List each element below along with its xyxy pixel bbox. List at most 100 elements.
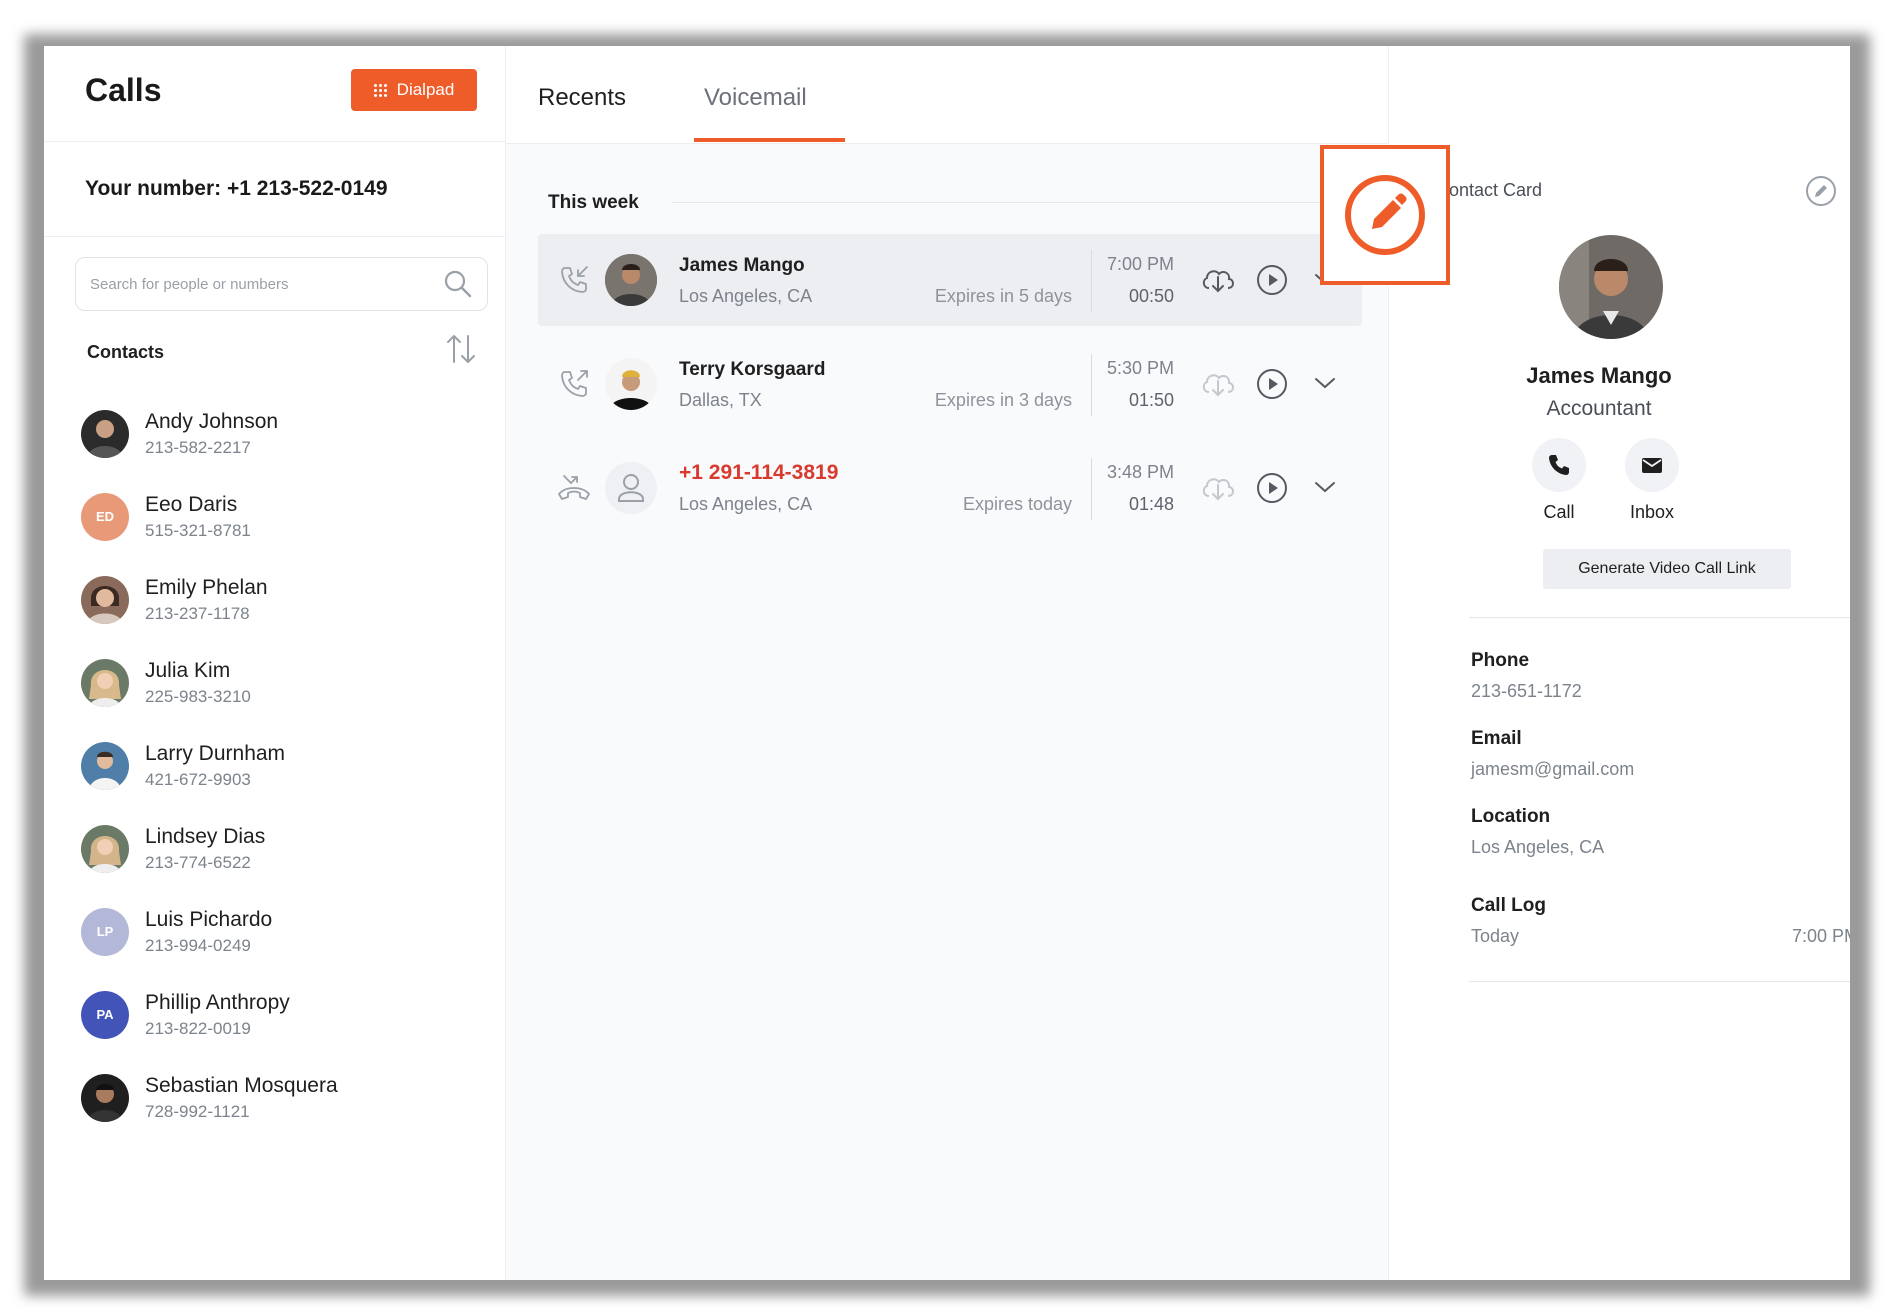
compose-edit-button[interactable] bbox=[1320, 145, 1450, 285]
contact-list: Andy Johnson 213-582-2217 ED Eeo Daris 515… bbox=[44, 392, 506, 1139]
contact-name: Sebastian Mosquera bbox=[145, 1073, 338, 1097]
avatar bbox=[605, 254, 657, 306]
search-field[interactable] bbox=[75, 257, 488, 311]
contact-name: Lindsey Dias bbox=[145, 824, 266, 848]
divider bbox=[1469, 617, 1850, 618]
dialpad-label: Dialpad bbox=[396, 80, 455, 99]
avatar: ED bbox=[81, 492, 129, 541]
calls-app-window: Calls Dialpad Your number: +1 213-522-01… bbox=[44, 46, 1850, 1280]
expiry-text: Expires in 5 days bbox=[934, 286, 1072, 306]
list-item[interactable]: Emily Phelan 213-237-1178 bbox=[44, 558, 506, 641]
incoming-call-icon bbox=[561, 266, 588, 293]
call-button[interactable]: Call bbox=[1519, 438, 1599, 523]
list-item[interactable]: ED Eeo Daris 515-321-8781 bbox=[44, 475, 506, 558]
download-icon[interactable] bbox=[1198, 366, 1238, 402]
divider bbox=[1091, 250, 1092, 312]
call-time: 5:30 PM bbox=[1106, 358, 1174, 378]
voicemail-row[interactable]: +1 291-114-3819 Los Angeles, CA Expires … bbox=[538, 442, 1362, 534]
edit-icon[interactable] bbox=[1804, 174, 1838, 208]
avatar bbox=[81, 824, 129, 873]
divider bbox=[1091, 458, 1092, 520]
list-item[interactable]: Andy Johnson 213-582-2217 bbox=[44, 392, 506, 475]
avatar bbox=[1559, 235, 1663, 339]
contact-phone: 421-672-9903 bbox=[145, 769, 251, 789]
caller-location: Los Angeles, CA bbox=[679, 286, 813, 306]
search-icon[interactable] bbox=[443, 269, 473, 299]
mail-icon bbox=[1642, 458, 1662, 473]
call-duration: 01:50 bbox=[1128, 390, 1174, 410]
avatar bbox=[605, 358, 657, 410]
email-label: Email bbox=[1471, 728, 1522, 749]
call-log-time: 7:00 PM bbox=[1791, 926, 1850, 946]
call-label: Call bbox=[1543, 502, 1575, 522]
dialpad-button[interactable]: Dialpad bbox=[351, 69, 477, 111]
contact-role: Accountant bbox=[1546, 397, 1652, 420]
tab-recents[interactable]: Recents bbox=[538, 84, 626, 112]
caller-location: Dallas, TX bbox=[679, 390, 762, 410]
call-duration: 00:50 bbox=[1128, 286, 1174, 306]
contact-phone: 728-992-1121 bbox=[145, 1101, 250, 1121]
download-icon[interactable] bbox=[1198, 470, 1238, 506]
call-time: 7:00 PM bbox=[1106, 254, 1174, 274]
generate-video-link-button[interactable]: Generate Video Call Link bbox=[1543, 549, 1791, 589]
avatar: PA bbox=[81, 990, 129, 1039]
voicemail-row[interactable]: Terry Korsgaard Dallas, TX Expires in 3 … bbox=[538, 338, 1362, 430]
list-item[interactable]: PA Phillip Anthropy 213-822-0019 bbox=[44, 973, 506, 1056]
contact-name: Andy Johnson bbox=[145, 409, 279, 433]
outgoing-call-icon bbox=[561, 370, 588, 397]
list-item[interactable]: Sebastian Mosquera 728-992-1121 bbox=[44, 1056, 506, 1139]
chevron-down-icon[interactable] bbox=[1310, 472, 1340, 502]
caller-name: Terry Korsgaard bbox=[679, 359, 826, 380]
tab-bar: Recents Voicemail bbox=[506, 46, 1388, 144]
contact-card-title: Contact Card bbox=[1436, 180, 1543, 200]
inbox-button[interactable]: Inbox bbox=[1612, 438, 1692, 523]
expiry-text: Expires today bbox=[962, 494, 1072, 514]
caller-name: +1 291-114-3819 bbox=[679, 461, 839, 484]
play-icon[interactable] bbox=[1253, 469, 1291, 507]
search-input[interactable] bbox=[90, 275, 443, 293]
dialpad-icon bbox=[373, 83, 387, 97]
divider bbox=[1469, 981, 1850, 982]
call-time: 3:48 PM bbox=[1106, 462, 1174, 482]
missed-call-icon bbox=[558, 475, 590, 500]
contact-phone: 213-582-2217 bbox=[145, 437, 251, 457]
play-icon[interactable] bbox=[1253, 365, 1291, 403]
list-item[interactable]: Lindsey Dias 213-774-6522 bbox=[44, 807, 506, 890]
contact-phone: 225-983-3210 bbox=[145, 686, 251, 706]
avatar bbox=[605, 462, 657, 514]
your-number: Your number: +1 213-522-0149 bbox=[44, 142, 505, 237]
list-item[interactable]: Larry Durnham 421-672-9903 bbox=[44, 724, 506, 807]
voicemail-row[interactable]: James Mango Los Angeles, CA Expires in 5… bbox=[538, 234, 1362, 326]
download-icon[interactable] bbox=[1198, 262, 1238, 298]
call-duration: 01:48 bbox=[1128, 494, 1174, 514]
call-log-day: Today bbox=[1471, 926, 1520, 946]
call-log-label: Call Log bbox=[1471, 895, 1546, 916]
contact-phone: 213-774-6522 bbox=[145, 852, 251, 872]
contact-name: James Mango bbox=[1526, 363, 1672, 388]
phone-value: 213-651-1172 bbox=[1471, 681, 1582, 701]
section-label: This week bbox=[548, 192, 639, 213]
list-item[interactable]: Julia Kim 225-983-3210 bbox=[44, 641, 506, 724]
tab-voicemail[interactable]: Voicemail bbox=[704, 84, 807, 112]
divider bbox=[672, 202, 1362, 203]
active-tab-indicator bbox=[694, 138, 845, 142]
avatar bbox=[81, 741, 129, 790]
phone-icon bbox=[1549, 455, 1569, 475]
contact-name: Emily Phelan bbox=[145, 575, 268, 599]
divider bbox=[1091, 354, 1092, 416]
chevron-down-icon[interactable] bbox=[1310, 368, 1340, 398]
contact-phone: 515-321-8781 bbox=[145, 520, 251, 540]
contact-name: Larry Durnham bbox=[145, 741, 286, 765]
contact-phone: 213-822-0019 bbox=[145, 1018, 251, 1038]
contacts-heading: Contacts bbox=[87, 342, 165, 362]
inbox-label: Inbox bbox=[1629, 502, 1675, 522]
page-title: Calls bbox=[85, 72, 162, 108]
location-label: Location bbox=[1471, 806, 1551, 827]
sort-icon[interactable] bbox=[444, 332, 478, 366]
caller-location: Los Angeles, CA bbox=[679, 494, 813, 514]
pencil-icon bbox=[1345, 175, 1425, 255]
list-item[interactable]: LP Luis Pichardo 213-994-0249 bbox=[44, 890, 506, 973]
voicemail-panel: Recents Voicemail This week James Mango … bbox=[506, 46, 1388, 1280]
play-icon[interactable] bbox=[1253, 261, 1291, 299]
contact-name: Phillip Anthropy bbox=[145, 990, 290, 1014]
